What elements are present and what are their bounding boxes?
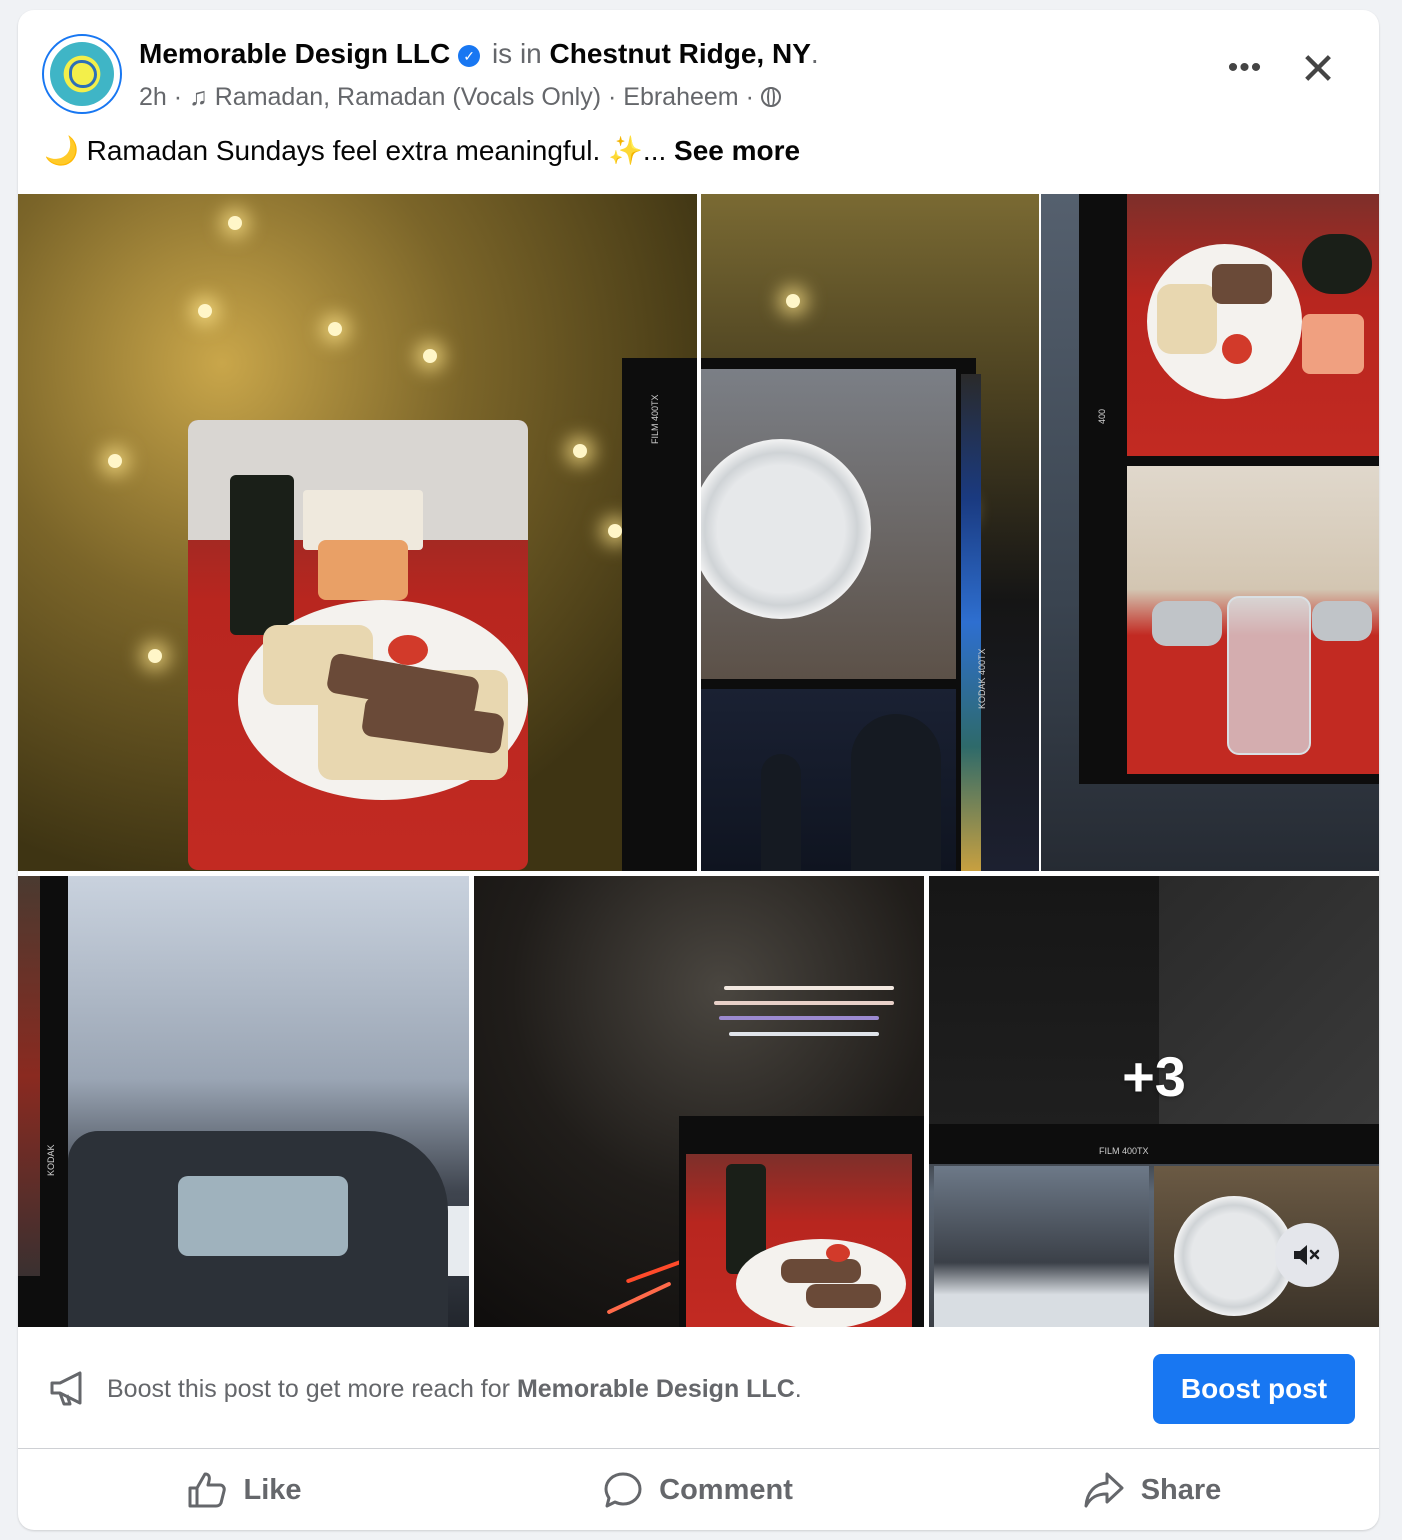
location-link[interactable]: Chestnut Ridge, NY [550, 38, 811, 69]
brain-logo-icon [50, 42, 114, 106]
table-photo-top [1127, 194, 1379, 456]
music-title[interactable]: Ramadan, Ramadan (Vocals Only) [215, 83, 601, 111]
food-photo-small [686, 1154, 912, 1327]
more-options-button[interactable]: ••• [1215, 50, 1275, 90]
boost-page-name: Memorable Design LLC [516, 1375, 795, 1403]
mute-button[interactable] [1275, 1223, 1339, 1287]
comment-button[interactable]: Comment [471, 1450, 925, 1530]
photo-2[interactable]: KODAK 400TX [701, 194, 1039, 871]
boost-post-button[interactable]: Boost post [1153, 1354, 1355, 1424]
photo-1[interactable]: FILM 400TX [18, 194, 697, 871]
verified-badge-icon: ✓ [458, 45, 481, 67]
like-button[interactable]: Like [18, 1450, 471, 1530]
thumbs-up-icon [188, 1472, 227, 1508]
table-photo-bottom [1127, 466, 1379, 774]
page-avatar[interactable] [42, 34, 122, 114]
photo-5[interactable] [474, 876, 924, 1327]
post-meta: 2h · ♫ Ramadan, Ramadan (Vocals Only) · … [139, 82, 781, 112]
megaphone-icon [50, 1371, 82, 1406]
post-text: 🌙 Ramadan Sundays feel extra meaningful.… [44, 135, 801, 166]
food-photo [188, 420, 528, 870]
post-actions: Like Comment Share [18, 1450, 1379, 1530]
share-button[interactable]: Share [925, 1450, 1379, 1530]
post-time[interactable]: 2h [139, 83, 167, 111]
is-in-text: is in [491, 38, 542, 69]
speaker-muted-icon [1294, 1245, 1320, 1265]
boost-bar: Boost this post to get more reach for Me… [18, 1328, 1379, 1449]
post-title: Memorable Design LLC ✓ is in Chestnut Rid… [139, 38, 819, 69]
boost-message: Boost this post to get more reach for Me… [107, 1375, 802, 1403]
comment-bubble-icon [604, 1472, 642, 1508]
close-icon[interactable]: ✕ [1293, 45, 1343, 95]
see-more-link[interactable]: See more [674, 135, 800, 166]
photo-3[interactable]: 400 [1041, 194, 1379, 871]
post-card: Memorable Design LLC ✓ is in Chestnut Rid… [18, 10, 1379, 1530]
share-arrow-icon [1084, 1472, 1124, 1508]
author-name[interactable]: Memorable Design LLC [139, 38, 450, 69]
globe-icon [760, 87, 781, 108]
music-note-icon: ♫ [189, 82, 208, 111]
photo-4[interactable]: KODAK [18, 876, 469, 1327]
music-artist[interactable]: Ebraheem [623, 83, 738, 111]
